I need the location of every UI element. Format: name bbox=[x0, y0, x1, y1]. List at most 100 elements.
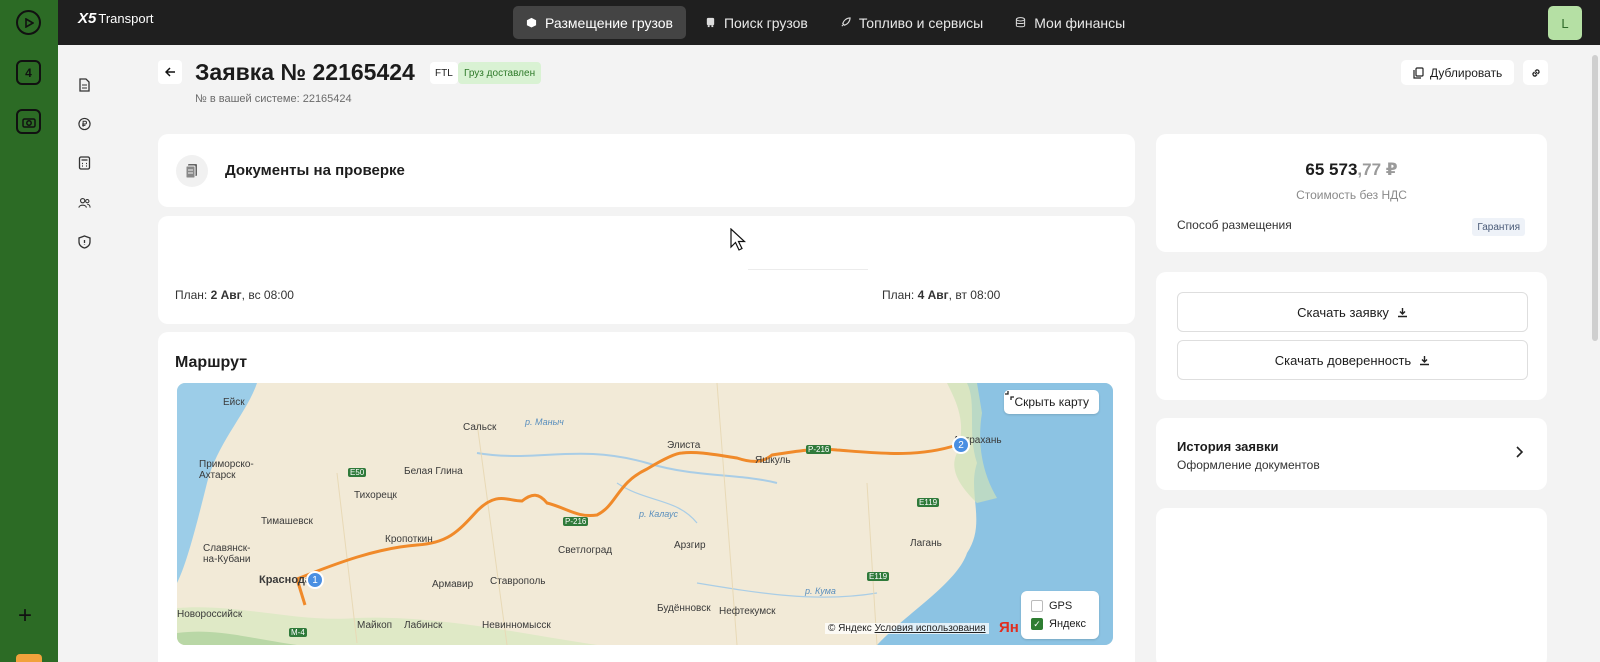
map-city: Нефтекумск bbox=[719, 606, 776, 617]
map-city: Арзгир bbox=[674, 540, 706, 551]
map-city: Невинномысск bbox=[482, 620, 551, 631]
map-city: Приморско-Ахтарск bbox=[199, 459, 254, 481]
outer-sidebar: 4 + bbox=[0, 0, 58, 662]
chevron-right-icon bbox=[1516, 446, 1524, 458]
camera-icon[interactable] bbox=[16, 109, 41, 134]
download-icon bbox=[1420, 355, 1430, 365]
map-city: Ставрополь bbox=[490, 576, 546, 587]
road-sign: Р-216 bbox=[563, 517, 589, 526]
ruble-icon[interactable] bbox=[78, 117, 91, 131]
nav-item-label: Мои финансы bbox=[1034, 14, 1126, 31]
app-sidebar bbox=[58, 45, 142, 662]
users-icon[interactable] bbox=[78, 196, 91, 210]
route-title: Маршрут bbox=[175, 354, 248, 371]
map-city: Славянск-на-Кубани bbox=[203, 543, 251, 565]
nav-item-label: Поиск грузов bbox=[723, 14, 808, 31]
back-button[interactable] bbox=[158, 60, 182, 84]
map-city: Тимашевск bbox=[261, 516, 313, 527]
app-logo[interactable]: X5 Transport bbox=[78, 10, 154, 27]
nav-item-cargo-search[interactable]: Поиск грузов bbox=[692, 6, 821, 39]
calculator-icon[interactable] bbox=[78, 156, 91, 170]
page-title: Заявка № 22165424 bbox=[195, 59, 415, 85]
plan-time: , вс 08:00 bbox=[241, 288, 294, 302]
map-river: р. Калаус bbox=[639, 509, 678, 519]
map-city: Светлоград bbox=[558, 545, 613, 556]
yandex-logo: Ян bbox=[999, 619, 1019, 636]
nav-item-finances[interactable]: Мои финансы bbox=[1002, 6, 1138, 39]
copyright-text: © Яндекс bbox=[828, 623, 872, 634]
layer-gps[interactable]: GPS bbox=[1031, 597, 1089, 615]
price-value: 65 573,77 ₽ bbox=[1156, 160, 1547, 180]
nav-item-label: Размещение грузов bbox=[545, 14, 673, 31]
route-pin-end[interactable]: 2 bbox=[952, 436, 970, 454]
orange-tab[interactable] bbox=[16, 654, 42, 662]
map-city: Кропоткин bbox=[385, 534, 433, 545]
duplicate-button[interactable]: Дублировать bbox=[1401, 60, 1515, 85]
link-icon bbox=[1531, 68, 1540, 77]
copy-link-button[interactable] bbox=[1523, 60, 1548, 85]
history-card[interactable]: История заявки Оформление документов bbox=[1156, 418, 1547, 490]
price-label: Стоимость без НДС bbox=[1296, 188, 1407, 202]
nav-item-label: Топливо и сервисы bbox=[858, 14, 984, 31]
map-city: Сальск bbox=[463, 422, 497, 433]
hide-map-button[interactable]: Скрыть карту bbox=[1004, 390, 1099, 414]
history-title: История заявки bbox=[1177, 439, 1279, 454]
map-city: Армавир bbox=[432, 579, 474, 590]
nav-item-cargo-placement[interactable]: Размещение грузов bbox=[513, 6, 686, 39]
map-copyright: © Яндекс Условия использования bbox=[825, 623, 989, 634]
map-layer-switch: GPS ✓ Яндекс bbox=[1021, 591, 1099, 639]
add-icon[interactable]: + bbox=[18, 604, 32, 628]
map-city: Новороссийск bbox=[177, 609, 243, 620]
nav-item-fuel-services[interactable]: Топливо и сервисы bbox=[827, 6, 996, 39]
price-card: 65 573,77 ₽ Стоимость без НДС Способ раз… bbox=[1156, 134, 1547, 252]
plan-date: 2 Авг bbox=[210, 288, 242, 302]
map-city: Ейск bbox=[223, 397, 245, 408]
placement-badge: Гарантия bbox=[1472, 218, 1525, 236]
gps-checkbox[interactable] bbox=[1031, 600, 1043, 612]
road-sign: Е50 bbox=[348, 468, 367, 477]
plan-time: , вт 08:00 bbox=[948, 288, 1001, 302]
database-icon bbox=[1016, 17, 1026, 28]
logo-mark: X5 bbox=[78, 10, 97, 27]
price-main: 65 573 bbox=[1305, 160, 1358, 179]
arrow-left-icon bbox=[164, 67, 175, 77]
plan-unload: План: 4 Авг, вт 08:00 bbox=[882, 288, 1000, 302]
road-sign: Е119 bbox=[917, 498, 940, 507]
map-city: Будённовск bbox=[657, 603, 711, 614]
plan-card: План: 2 Авг, вс 08:00 План: 4 Авг, вт 08… bbox=[158, 216, 1135, 324]
rocket-icon bbox=[841, 17, 851, 27]
extra-card bbox=[1156, 508, 1547, 662]
mouse-cursor-icon bbox=[730, 228, 746, 251]
map-city: Тихорецк bbox=[354, 490, 397, 501]
plan-prefix: План: bbox=[175, 288, 211, 302]
copy-icon bbox=[1413, 66, 1424, 79]
history-subtitle: Оформление документов bbox=[1177, 458, 1320, 472]
download-power-of-attorney-button[interactable]: Скачать доверенность bbox=[1177, 340, 1528, 380]
road-sign: М-4 bbox=[289, 628, 307, 637]
terms-link[interactable]: Условия использования bbox=[875, 623, 986, 634]
counter-badge[interactable]: 4 bbox=[16, 60, 41, 85]
map-river: р. Кума bbox=[805, 586, 836, 596]
route-pin-start[interactable]: 1 bbox=[306, 571, 324, 589]
download-request-label: Скачать заявку bbox=[1297, 304, 1389, 320]
route-map[interactable]: Ейск Сальск Элиста Астрахань Приморско-А… bbox=[177, 383, 1113, 645]
document-icon[interactable] bbox=[78, 78, 91, 92]
road-sign: Е119 bbox=[867, 572, 890, 581]
documents-card[interactable]: Документы на проверке bbox=[158, 134, 1135, 207]
layer-label: GPS bbox=[1049, 600, 1073, 612]
map-city: Элиста bbox=[667, 440, 701, 451]
download-power-label: Скачать доверенность bbox=[1274, 352, 1412, 368]
user-avatar[interactable]: L bbox=[1548, 6, 1582, 40]
layer-yandex[interactable]: ✓ Яндекс bbox=[1031, 615, 1089, 633]
scrollbar-thumb[interactable] bbox=[1592, 55, 1598, 341]
road-sign: Р-216 bbox=[806, 445, 832, 454]
play-icon[interactable] bbox=[16, 10, 41, 35]
yandex-checkbox[interactable]: ✓ bbox=[1031, 618, 1043, 630]
documents-icon bbox=[176, 155, 208, 187]
shield-icon[interactable] bbox=[78, 235, 91, 249]
truck-icon bbox=[706, 17, 715, 28]
map-city: Белая Глина bbox=[404, 466, 463, 477]
download-request-button[interactable]: Скачать заявку bbox=[1177, 292, 1528, 332]
map-city: Лабинск bbox=[404, 620, 443, 631]
box-icon bbox=[526, 17, 537, 28]
